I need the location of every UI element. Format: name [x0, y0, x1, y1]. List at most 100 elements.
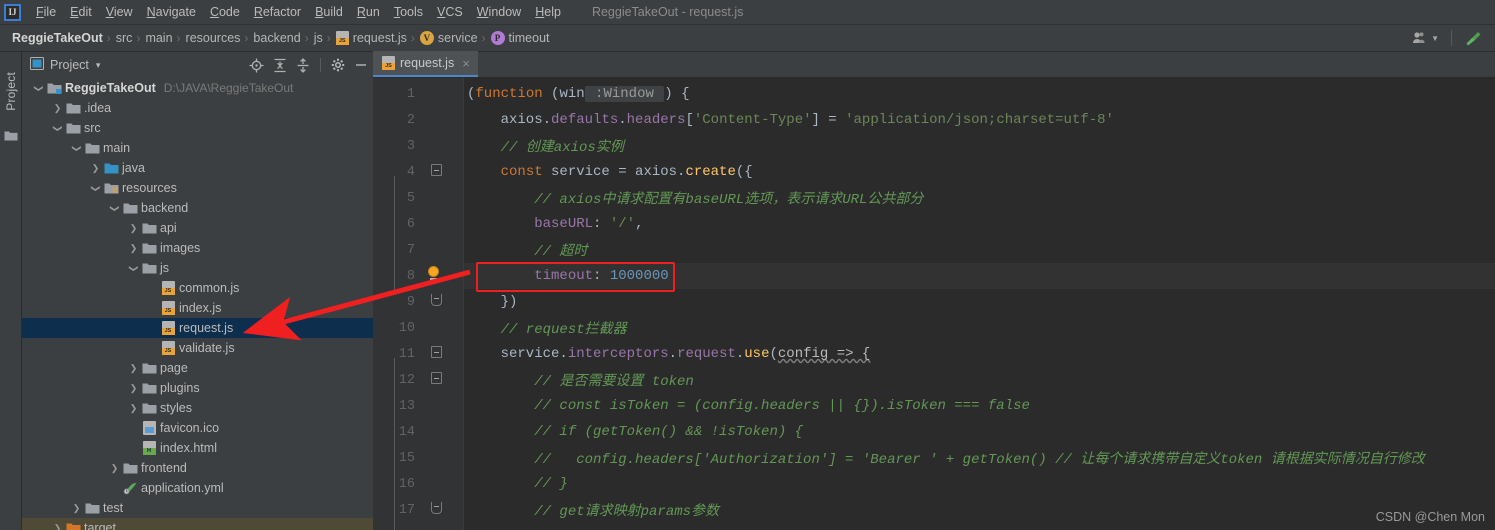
menu-item-tools[interactable]: Tools: [387, 2, 430, 22]
tree-node-plugins[interactable]: ❯ plugins: [22, 378, 373, 398]
chevron-right-icon[interactable]: ❯: [51, 523, 64, 530]
settings-gear-icon[interactable]: [331, 58, 345, 72]
fold-slot[interactable]: [415, 393, 463, 419]
code-line-12[interactable]: // 是否需要设置 token: [463, 367, 694, 393]
project-file-tree[interactable]: ❯ ReggieTakeOut D:\JAVA\ReggieTakeOut ❯ .ide…: [22, 78, 373, 530]
breadcrumb-item-backend[interactable]: backend: [249, 29, 303, 47]
fold-slot[interactable]: [415, 211, 463, 237]
tree-node-index-html[interactable]: index.html: [22, 438, 373, 458]
fold-slot[interactable]: [415, 81, 463, 107]
tree-node-frontend[interactable]: ❯ frontend: [22, 458, 373, 478]
menu-item-code[interactable]: Code: [203, 2, 247, 22]
tree-node-images[interactable]: ❯ images: [22, 238, 373, 258]
chevron-down-icon[interactable]: ❯: [71, 142, 82, 155]
tree-node-common-js[interactable]: common.js: [22, 278, 373, 298]
tree-node-backend[interactable]: ❯ backend: [22, 198, 373, 218]
tree-node-resources[interactable]: ❯ resources: [22, 178, 373, 198]
fold-end-icon[interactable]: [431, 502, 442, 514]
breadcrumb-item-service[interactable]: Vservice: [416, 29, 481, 47]
gutter-line-10[interactable]: 10: [373, 315, 463, 341]
fold-end-icon[interactable]: [431, 294, 442, 306]
tree-node-main[interactable]: ❯ main: [22, 138, 373, 158]
gutter-line-16[interactable]: 16: [373, 471, 463, 497]
chevron-right-icon[interactable]: ❯: [127, 403, 140, 414]
chevron-down-icon[interactable]: ❯: [52, 122, 63, 135]
hide-panel-icon[interactable]: [354, 58, 368, 72]
tree-node-favicon-ico[interactable]: favicon.ico: [22, 418, 373, 438]
code-line-4[interactable]: const service = axios. create({: [463, 159, 753, 185]
tree-node-java[interactable]: ❯ java: [22, 158, 373, 178]
menu-item-file[interactable]: File: [29, 2, 63, 22]
tree-node-styles[interactable]: ❯ styles: [22, 398, 373, 418]
chevron-right-icon[interactable]: ❯: [127, 243, 140, 254]
tree-node-target[interactable]: ❯ target: [22, 518, 373, 530]
build-hammer-icon[interactable]: [1459, 28, 1487, 48]
fold-slot[interactable]: [415, 185, 463, 211]
expand-all-icon[interactable]: [273, 58, 287, 73]
code-line-9[interactable]: }): [463, 289, 518, 315]
breadcrumb-item-request-js[interactable]: request.js: [332, 29, 410, 47]
menu-item-refactor[interactable]: Refactor: [247, 2, 308, 22]
fold-slot[interactable]: [415, 497, 463, 523]
toolstrip-tab-project[interactable]: Project: [0, 60, 22, 122]
tree-node-reggietakeout[interactable]: ❯ ReggieTakeOut D:\JAVA\ReggieTakeOut: [22, 78, 373, 98]
tree-node-api[interactable]: ❯ api: [22, 218, 373, 238]
gutter-line-2[interactable]: 2: [373, 107, 463, 133]
chevron-right-icon[interactable]: ❯: [108, 463, 121, 474]
gutter-line-8[interactable]: 8: [373, 263, 463, 289]
editor-tab-request-js[interactable]: request.js ×: [373, 51, 478, 77]
breadcrumb-item-reggietakeout[interactable]: ReggieTakeOut: [8, 29, 106, 47]
chevron-down-icon[interactable]: ❯: [33, 82, 44, 95]
gutter-line-12[interactable]: 12: [373, 367, 463, 393]
fold-slot[interactable]: [415, 289, 463, 315]
fold-slot[interactable]: [415, 341, 463, 367]
menu-item-help[interactable]: Help: [528, 2, 568, 22]
fold-collapse-icon[interactable]: [431, 164, 442, 176]
gutter-line-14[interactable]: 14: [373, 419, 463, 445]
gutter-line-7[interactable]: 7: [373, 237, 463, 263]
gutter-line-9[interactable]: 9: [373, 289, 463, 315]
code-line-1[interactable]: (function (win :Window ) {: [463, 81, 690, 107]
gutter-line-4[interactable]: 4: [373, 159, 463, 185]
code-line-11[interactable]: service. interceptors. request. use(config …: [463, 341, 871, 367]
menu-item-edit[interactable]: Edit: [63, 2, 99, 22]
fold-slot[interactable]: [415, 133, 463, 159]
chevron-right-icon[interactable]: ❯: [127, 223, 140, 234]
gutter-line-5[interactable]: 5: [373, 185, 463, 211]
fold-slot[interactable]: [415, 471, 463, 497]
code-line-14[interactable]: // if (getToken() && !isToken) {: [463, 419, 803, 445]
chevron-down-icon[interactable]: ▾: [96, 60, 101, 71]
gutter-line-11[interactable]: 11: [373, 341, 463, 367]
code-line-17[interactable]: // get请求映射params参数: [463, 497, 719, 523]
tree-node--idea[interactable]: ❯ .idea: [22, 98, 373, 118]
menu-item-window[interactable]: Window: [470, 2, 528, 22]
tree-node-index-js[interactable]: index.js: [22, 298, 373, 318]
menu-item-navigate[interactable]: Navigate: [140, 2, 203, 22]
gutter-line-6[interactable]: 6: [373, 211, 463, 237]
fold-collapse-icon[interactable]: [431, 346, 442, 358]
code-line-15[interactable]: // config.headers['Authorization'] = 'Be…: [463, 445, 1425, 471]
chevron-right-icon[interactable]: ❯: [127, 363, 140, 374]
tree-node-request-js[interactable]: request.js: [22, 318, 373, 338]
locate-target-icon[interactable]: [249, 58, 264, 73]
code-line-2[interactable]: axios. defaults. headers['Content-Type'] =…: [463, 107, 1114, 133]
tree-node-validate-js[interactable]: validate.js: [22, 338, 373, 358]
tree-node-page[interactable]: ❯ page: [22, 358, 373, 378]
code-line-16[interactable]: // }: [463, 471, 568, 497]
menu-item-run[interactable]: Run: [350, 2, 387, 22]
chevron-down-icon[interactable]: ❯: [109, 202, 120, 215]
breadcrumb-item-js[interactable]: js: [310, 29, 326, 47]
fold-collapse-icon[interactable]: [431, 372, 442, 384]
code-line-8[interactable]: timeout: 1000000: [463, 263, 668, 289]
fold-slot[interactable]: [415, 263, 463, 289]
code-line-5[interactable]: // axios中请求配置有baseURL选项，表示请求URL公共部分: [463, 185, 923, 211]
folder-icon[interactable]: [4, 130, 18, 145]
gutter-line-3[interactable]: 3: [373, 133, 463, 159]
tree-node-js[interactable]: ❯ js: [22, 258, 373, 278]
menu-item-view[interactable]: View: [99, 2, 140, 22]
chevron-right-icon[interactable]: ❯: [127, 383, 140, 394]
gutter-line-13[interactable]: 13: [373, 393, 463, 419]
close-icon[interactable]: ×: [462, 56, 470, 71]
fold-slot[interactable]: [415, 445, 463, 471]
gutter-line-1[interactable]: 1: [373, 81, 463, 107]
